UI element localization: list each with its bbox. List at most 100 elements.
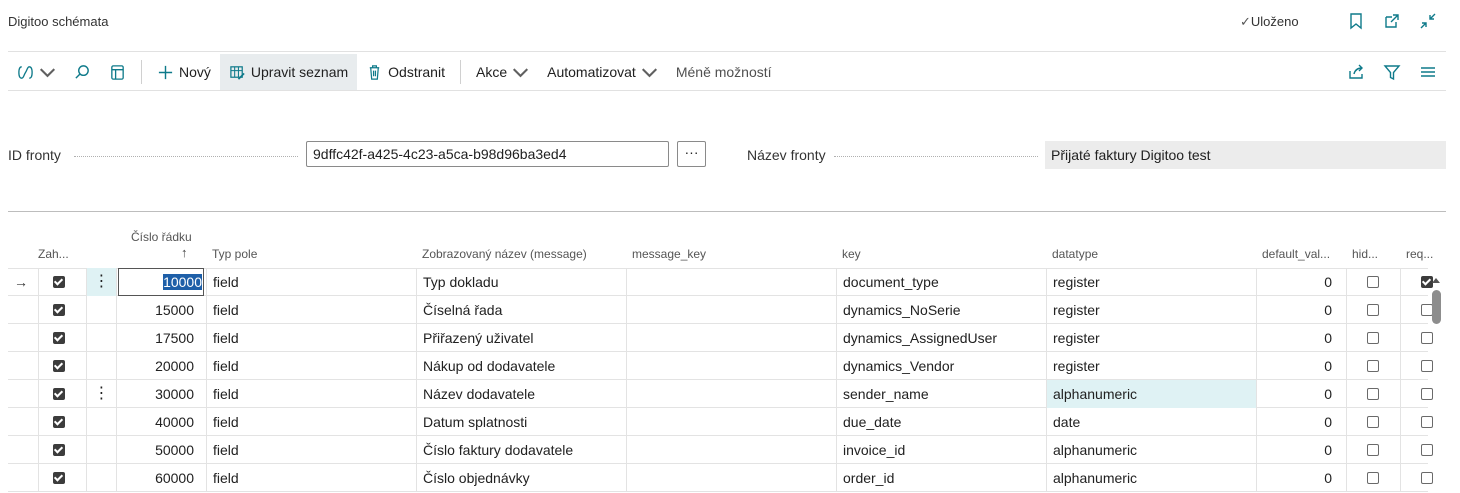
- field-type-cell[interactable]: field: [213, 296, 413, 324]
- col-default-value[interactable]: default_val...: [1262, 247, 1330, 261]
- key-cell[interactable]: dynamics_AssignedUser: [843, 324, 1043, 352]
- queue-id-field[interactable]: 9dffc42f-a425-4c23-a5ca-b98d96ba3ed4: [306, 141, 669, 167]
- default-value-cell[interactable]: 0: [1256, 436, 1332, 464]
- line-no-cell[interactable]: 30000: [116, 380, 194, 408]
- message-key-cell[interactable]: [633, 324, 833, 352]
- display-name-cell[interactable]: Název dodavatele: [423, 380, 623, 408]
- edit-list-button[interactable]: Upravit seznam: [219, 54, 358, 90]
- display-name-cell[interactable]: Přiřazený uživatel: [423, 324, 623, 352]
- field-type-cell[interactable]: field: [213, 380, 413, 408]
- list-view-icon[interactable]: [1419, 63, 1437, 81]
- hidden-checkbox[interactable]: [1367, 388, 1379, 400]
- col-key[interactable]: key: [842, 247, 861, 261]
- datatype-cell[interactable]: register: [1047, 324, 1256, 352]
- hidden-checkbox[interactable]: [1367, 416, 1379, 428]
- field-type-cell[interactable]: field: [213, 268, 413, 296]
- open-in-new-window-icon[interactable]: [1383, 12, 1401, 30]
- line-no-cell[interactable]: 17500: [116, 324, 194, 352]
- display-name-cell[interactable]: Nákup od dodavatele: [423, 352, 623, 380]
- scroll-up-arrow-icon[interactable]: [1431, 276, 1441, 284]
- included-checkbox[interactable]: [53, 332, 65, 344]
- hidden-checkbox[interactable]: [1367, 332, 1379, 344]
- field-type-cell[interactable]: field: [213, 464, 413, 492]
- col-line-no[interactable]: Číslo řádku: [131, 230, 192, 244]
- display-name-cell[interactable]: Číslo faktury dodavatele: [423, 436, 623, 464]
- datatype-cell[interactable]: register: [1047, 268, 1256, 296]
- row-actions-menu[interactable]: ⋮: [87, 268, 116, 296]
- hidden-checkbox[interactable]: [1367, 276, 1379, 288]
- row-actions-menu[interactable]: ⋮: [87, 380, 116, 408]
- fewer-options-button[interactable]: Méně možností: [667, 54, 781, 90]
- table-row[interactable]: → ⋮ 10000 field Typ dokladu document_type regi…: [8, 268, 1433, 296]
- key-cell[interactable]: dynamics_Vendor: [843, 352, 1043, 380]
- message-key-cell[interactable]: [633, 464, 833, 492]
- table-row[interactable]: 50000 field Číslo faktury dodavatele invoic…: [8, 436, 1433, 464]
- filter-pane-button[interactable]: [100, 54, 135, 90]
- included-checkbox[interactable]: [53, 388, 65, 400]
- datatype-cell[interactable]: alphanumeric: [1047, 464, 1256, 492]
- display-name-cell[interactable]: Datum splatnosti: [423, 408, 623, 436]
- col-required[interactable]: req...: [1406, 247, 1433, 261]
- table-row[interactable]: 17500 field Přiřazený uživatel dynamics_Ass…: [8, 324, 1433, 352]
- included-checkbox[interactable]: [53, 304, 65, 316]
- field-type-cell[interactable]: field: [213, 408, 413, 436]
- key-cell[interactable]: sender_name: [843, 380, 1043, 408]
- key-cell[interactable]: document_type: [843, 268, 1043, 296]
- included-checkbox[interactable]: [53, 472, 65, 484]
- col-datatype[interactable]: datatype: [1052, 247, 1098, 261]
- table-row[interactable]: 15000 field Číselná řada dynamics_NoSerie re…: [8, 296, 1433, 324]
- copilot-button[interactable]: [8, 54, 65, 90]
- default-value-cell[interactable]: 0: [1256, 408, 1332, 436]
- datatype-cell[interactable]: alphanumeric: [1047, 436, 1256, 464]
- key-cell[interactable]: due_date: [843, 408, 1043, 436]
- col-included[interactable]: Zah...: [38, 247, 69, 261]
- automate-menu[interactable]: Automatizovat: [538, 54, 667, 90]
- line-no-input[interactable]: 10000: [118, 268, 204, 296]
- search-button[interactable]: [65, 54, 100, 90]
- included-checkbox[interactable]: [53, 444, 65, 456]
- datatype-cell[interactable]: date: [1047, 408, 1256, 436]
- default-value-cell[interactable]: 0: [1256, 464, 1332, 492]
- message-key-cell[interactable]: [633, 380, 833, 408]
- default-value-cell[interactable]: 0: [1256, 380, 1332, 408]
- field-type-cell[interactable]: field: [213, 436, 413, 464]
- datatype-cell[interactable]: alphanumeric: [1047, 380, 1256, 408]
- hidden-checkbox[interactable]: [1367, 304, 1379, 316]
- col-field-type[interactable]: Typ pole: [212, 247, 257, 261]
- table-row[interactable]: 60000 field Číslo objednávky order_id alphan…: [8, 464, 1433, 492]
- display-name-cell[interactable]: Číslo objednávky: [423, 464, 623, 492]
- col-message-key[interactable]: message_key: [632, 247, 706, 261]
- line-no-cell[interactable]: 60000: [116, 464, 194, 492]
- default-value-cell[interactable]: 0: [1256, 352, 1332, 380]
- hidden-checkbox[interactable]: [1367, 444, 1379, 456]
- message-key-cell[interactable]: [633, 408, 833, 436]
- line-no-cell[interactable]: 40000: [116, 408, 194, 436]
- delete-button[interactable]: Odstranit: [357, 54, 454, 90]
- message-key-cell[interactable]: [633, 352, 833, 380]
- key-cell[interactable]: order_id: [843, 464, 1043, 492]
- display-name-cell[interactable]: Typ dokladu: [423, 268, 623, 296]
- field-type-cell[interactable]: field: [213, 352, 413, 380]
- filter-icon[interactable]: [1383, 63, 1401, 81]
- default-value-cell[interactable]: 0: [1256, 296, 1332, 324]
- datatype-cell[interactable]: register: [1047, 352, 1256, 380]
- new-button[interactable]: Nový: [148, 54, 220, 90]
- included-checkbox[interactable]: [53, 416, 65, 428]
- table-row[interactable]: ⋮ 30000 field Název dodavatele sender_name al…: [8, 380, 1433, 408]
- message-key-cell[interactable]: [633, 296, 833, 324]
- share-icon[interactable]: [1347, 63, 1365, 81]
- datatype-cell[interactable]: register: [1047, 296, 1256, 324]
- collapse-icon[interactable]: [1419, 12, 1437, 30]
- included-checkbox[interactable]: [53, 276, 65, 288]
- message-key-cell[interactable]: [633, 436, 833, 464]
- line-no-cell[interactable]: 15000: [116, 296, 194, 324]
- grid-scrollbar-thumb[interactable]: [1432, 290, 1441, 324]
- col-hidden[interactable]: hid...: [1352, 247, 1378, 261]
- display-name-cell[interactable]: Číselná řada: [423, 296, 623, 324]
- default-value-cell[interactable]: 0: [1256, 324, 1332, 352]
- key-cell[interactable]: invoice_id: [843, 436, 1043, 464]
- field-type-cell[interactable]: field: [213, 324, 413, 352]
- default-value-cell[interactable]: 0: [1256, 268, 1332, 296]
- table-row[interactable]: 20000 field Nákup od dodavatele dynamics_Ve…: [8, 352, 1433, 380]
- table-row[interactable]: 40000 field Datum splatnosti due_date date 0: [8, 408, 1433, 436]
